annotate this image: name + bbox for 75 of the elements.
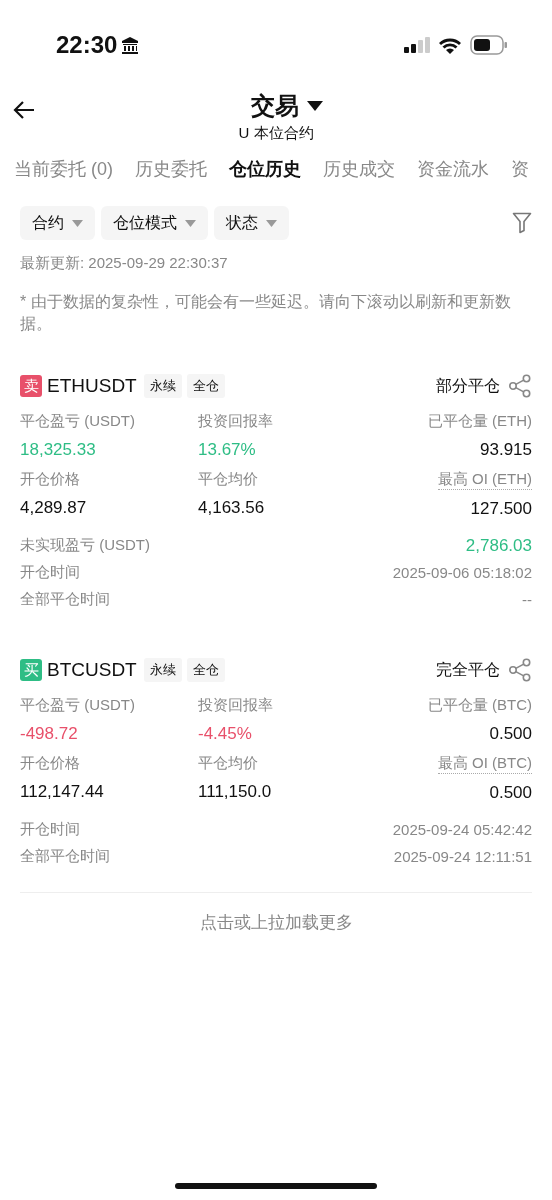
last-update-text: 最新更新: 2025-09-29 22:30:37 bbox=[19, 253, 229, 273]
tag: 全仓 bbox=[186, 658, 225, 682]
filter-icon bbox=[512, 212, 532, 234]
back-button[interactable] bbox=[12, 100, 36, 120]
position-status: 部分平仓 bbox=[436, 375, 500, 396]
field-label: 已平仓量 (BTC) bbox=[427, 695, 532, 715]
wifi-icon bbox=[438, 36, 462, 54]
row-value: 2025-09-06 05:18:02 bbox=[392, 564, 532, 581]
tag: 全仓 bbox=[186, 374, 225, 398]
field-value: -498.72 bbox=[20, 723, 78, 745]
battery-icon bbox=[470, 35, 508, 55]
signal-icon bbox=[404, 37, 430, 53]
field-label: 已平仓量 (ETH) bbox=[427, 411, 532, 431]
field-value: 0.500 bbox=[489, 782, 532, 804]
field-value: 4,163.56 bbox=[198, 497, 265, 519]
page-subtitle: U 本位合约 bbox=[238, 123, 314, 143]
tab[interactable]: 历史委托 bbox=[135, 156, 207, 192]
field-value: 0.500 bbox=[489, 723, 532, 745]
row-label: 未实现盈亏 (USDT) bbox=[20, 536, 150, 555]
field-value: -4.45% bbox=[198, 723, 252, 745]
field-label: 平仓均价 bbox=[198, 753, 258, 773]
back-arrow-icon bbox=[12, 100, 36, 120]
side-badge: 买 bbox=[20, 659, 42, 681]
caret-icon bbox=[72, 219, 83, 227]
row-label: 全部平仓时间 bbox=[20, 590, 110, 609]
caret-icon bbox=[266, 219, 277, 227]
field-label: 平仓盈亏 (USDT) bbox=[20, 411, 135, 431]
field-label: 最高 OI (ETH) bbox=[437, 469, 532, 490]
tab[interactable]: 仓位历史 bbox=[229, 156, 301, 192]
position-status: 完全平仓 bbox=[436, 659, 500, 680]
tab[interactable]: 资金流水 bbox=[417, 156, 489, 192]
row-label: 开仓时间 bbox=[20, 820, 80, 839]
field-label: 平仓均价 bbox=[198, 469, 258, 489]
row-label: 全部平仓时间 bbox=[20, 847, 110, 866]
filter-dropdown[interactable]: 仓位模式 bbox=[101, 206, 208, 240]
tag: 永续 bbox=[143, 658, 182, 682]
row-value: -- bbox=[522, 591, 532, 608]
field-label: 平仓盈亏 (USDT) bbox=[20, 695, 135, 715]
share-icon bbox=[508, 374, 532, 398]
share-button[interactable] bbox=[508, 658, 532, 682]
field-value: 4,289.87 bbox=[20, 497, 87, 519]
row-value: 2025-09-24 12:11:51 bbox=[393, 848, 532, 865]
share-button[interactable] bbox=[508, 374, 532, 398]
field-value: 13.67% bbox=[198, 439, 256, 461]
caret-icon bbox=[185, 219, 196, 227]
status-time: 22:30 bbox=[56, 31, 118, 59]
field-label: 最高 OI (BTC) bbox=[437, 753, 532, 774]
field-label: 开仓价格 bbox=[20, 753, 80, 773]
filter-dropdown[interactable]: 合约 bbox=[20, 206, 95, 240]
symbol: ETHUSDT bbox=[47, 375, 137, 397]
page-title: 交易 bbox=[251, 91, 299, 121]
field-value: 18,325.33 bbox=[20, 439, 96, 461]
bank-icon bbox=[121, 36, 140, 54]
load-more-link[interactable]: 点击或上拉加载更多 bbox=[199, 911, 353, 934]
side-badge: 卖 bbox=[20, 375, 42, 397]
tag: 永续 bbox=[143, 374, 182, 398]
row-value: 2025-09-24 05:42:42 bbox=[392, 821, 532, 838]
row-value: 2,786.03 bbox=[465, 535, 532, 556]
field-value: 112,147.44 bbox=[20, 781, 104, 803]
field-value: 93.915 bbox=[480, 439, 532, 461]
tab[interactable]: 资 bbox=[511, 156, 529, 192]
tab[interactable]: 当前委托 (0) bbox=[14, 156, 113, 192]
dropdown-caret-icon bbox=[307, 101, 323, 111]
field-label: 投资回报率 bbox=[198, 695, 273, 715]
share-icon bbox=[508, 658, 532, 682]
field-label: 投资回报率 bbox=[198, 411, 273, 431]
symbol: BTCUSDT bbox=[47, 659, 137, 681]
filter-button[interactable] bbox=[512, 212, 532, 234]
tab[interactable]: 历史成交 bbox=[323, 156, 395, 192]
row-label: 开仓时间 bbox=[20, 563, 80, 582]
delay-note: * 由于数据的复杂性，可能会有一些延迟。请向下滚动以刷新和更新数据。 bbox=[19, 292, 512, 334]
field-label: 开仓价格 bbox=[20, 469, 80, 489]
filter-dropdown[interactable]: 状态 bbox=[214, 206, 289, 240]
field-value: 127.500 bbox=[470, 498, 532, 520]
field-value: 111,150.0 bbox=[198, 781, 272, 803]
